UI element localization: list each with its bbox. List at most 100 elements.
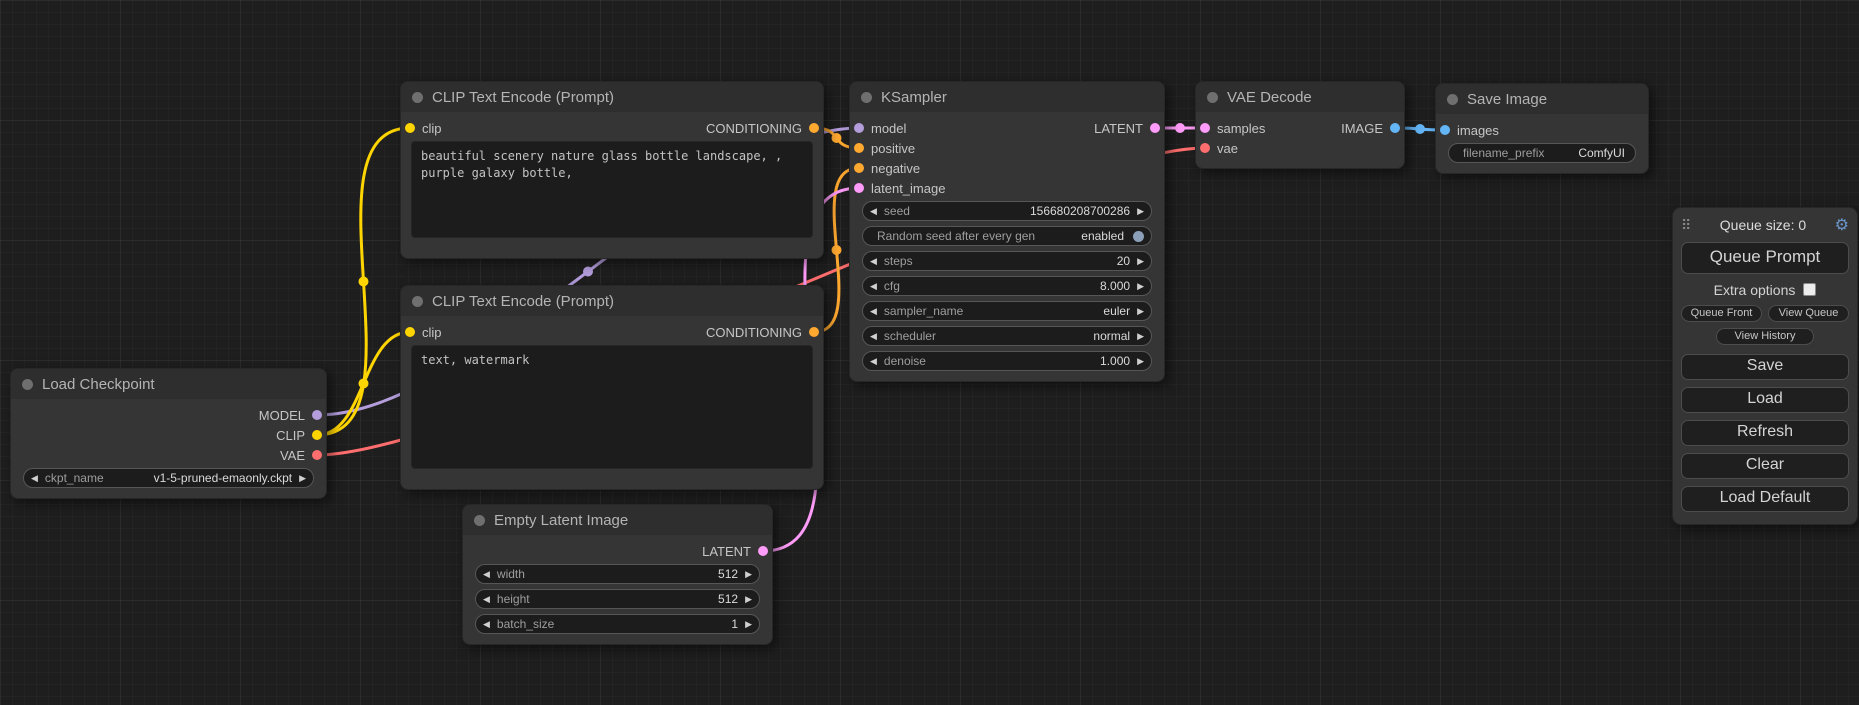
- widget-value: 156680208700286: [1030, 204, 1130, 218]
- vae-input-port[interactable]: [1200, 143, 1210, 153]
- increment-arrow-icon[interactable]: ▶: [1137, 207, 1144, 216]
- view-queue-button[interactable]: View Queue: [1768, 305, 1849, 322]
- queue-menu-panel[interactable]: ⠿ Queue size: 0 ⚙ Queue Prompt Extra opt…: [1672, 207, 1858, 525]
- positive-prompt-textarea[interactable]: beautiful scenery nature glass bottle la…: [411, 141, 813, 238]
- decrement-arrow-icon[interactable]: ◀: [870, 282, 877, 291]
- clip-output-port[interactable]: [312, 430, 322, 440]
- increment-arrow-icon[interactable]: ▶: [1137, 257, 1144, 266]
- clear-button[interactable]: Clear: [1681, 453, 1849, 479]
- decrement-arrow-icon[interactable]: ◀: [31, 474, 38, 483]
- input-slot-images: images: [1440, 123, 1499, 138]
- decrement-arrow-icon[interactable]: ◀: [870, 357, 877, 366]
- output-slot-latent: LATENT: [702, 544, 768, 559]
- positive-input-port[interactable]: [854, 143, 864, 153]
- model-input-port[interactable]: [854, 123, 864, 133]
- increment-arrow-icon[interactable]: ▶: [1137, 282, 1144, 291]
- increment-arrow-icon[interactable]: ▶: [1137, 357, 1144, 366]
- widget-label: batch_size: [497, 617, 554, 631]
- steps-widget[interactable]: ◀ steps 20 ▶: [862, 251, 1152, 271]
- refresh-button[interactable]: Refresh: [1681, 420, 1849, 446]
- widget-label: filename_prefix: [1463, 146, 1544, 160]
- increment-arrow-icon[interactable]: ▶: [299, 474, 306, 483]
- increment-arrow-icon[interactable]: ▶: [1137, 307, 1144, 316]
- conditioning-output-port[interactable]: [809, 123, 819, 133]
- samples-input-port[interactable]: [1200, 123, 1210, 133]
- images-input-port[interactable]: [1440, 125, 1450, 135]
- latent-image-input-port[interactable]: [854, 183, 864, 193]
- link-midpoint-dot: [832, 245, 842, 255]
- decrement-arrow-icon[interactable]: ◀: [870, 207, 877, 216]
- extra-options-checkbox[interactable]: [1803, 283, 1816, 296]
- batch-size-widget[interactable]: ◀ batch_size 1 ▶: [475, 614, 760, 634]
- node-clip-text-encode-negative[interactable]: CLIP Text Encode (Prompt) clip CONDITION…: [400, 285, 824, 490]
- node-empty-latent-image[interactable]: Empty Latent Image LATENT ◀ width 512 ▶ …: [462, 504, 773, 645]
- slot-label: samples: [1217, 121, 1265, 136]
- collapse-dot-icon[interactable]: [1207, 92, 1218, 103]
- node-title: KSampler: [881, 89, 947, 106]
- output-slot-latent: LATENT: [1094, 121, 1160, 136]
- input-slot-latent-image: latent_image: [854, 181, 945, 196]
- widget-value: 512: [718, 592, 738, 606]
- negative-input-port[interactable]: [854, 163, 864, 173]
- negative-prompt-textarea[interactable]: text, watermark: [411, 345, 813, 469]
- widget-value: 20: [1117, 254, 1130, 268]
- node-load-checkpoint[interactable]: Load Checkpoint MODEL CLIP VAE: [10, 368, 327, 499]
- sampler-name-widget[interactable]: ◀ sampler_name euler ▶: [862, 301, 1152, 321]
- clip-input-port[interactable]: [405, 327, 415, 337]
- scheduler-widget[interactable]: ◀ scheduler normal ▶: [862, 326, 1152, 346]
- collapse-dot-icon[interactable]: [412, 296, 423, 307]
- widget-value: 8.000: [1100, 279, 1130, 293]
- decrement-arrow-icon[interactable]: ◀: [870, 332, 877, 341]
- image-output-port[interactable]: [1390, 123, 1400, 133]
- height-widget[interactable]: ◀ height 512 ▶: [475, 589, 760, 609]
- collapse-dot-icon[interactable]: [474, 515, 485, 526]
- node-title: CLIP Text Encode (Prompt): [432, 293, 614, 310]
- widget-label: Random seed after every gen: [877, 229, 1035, 243]
- width-widget[interactable]: ◀ width 512 ▶: [475, 564, 760, 584]
- collapse-dot-icon[interactable]: [412, 92, 423, 103]
- load-default-button[interactable]: Load Default: [1681, 486, 1849, 512]
- decrement-arrow-icon[interactable]: ◀: [483, 570, 490, 579]
- random-seed-toggle-widget[interactable]: Random seed after every gen enabled: [862, 226, 1152, 246]
- increment-arrow-icon[interactable]: ▶: [745, 570, 752, 579]
- collapse-dot-icon[interactable]: [22, 379, 33, 390]
- increment-arrow-icon[interactable]: ▶: [745, 620, 752, 629]
- ckpt-name-widget[interactable]: ◀ ckpt_name v1-5-pruned-emaonly.ckpt ▶: [23, 468, 314, 488]
- decrement-arrow-icon[interactable]: ◀: [870, 307, 877, 316]
- node-vae-decode[interactable]: VAE Decode samples IMAGE vae: [1195, 81, 1405, 169]
- widget-value: 1.000: [1100, 354, 1130, 368]
- clip-input-port[interactable]: [405, 123, 415, 133]
- node-title-bar: CLIP Text Encode (Prompt): [401, 82, 823, 112]
- denoise-widget[interactable]: ◀ denoise 1.000 ▶: [862, 351, 1152, 371]
- vae-output-port[interactable]: [312, 450, 322, 460]
- node-title: Empty Latent Image: [494, 512, 628, 529]
- toggle-indicator-icon[interactable]: [1133, 231, 1144, 242]
- model-output-port[interactable]: [312, 410, 322, 420]
- settings-gear-icon[interactable]: ⚙: [1835, 215, 1849, 235]
- link-midpoint-dot: [359, 277, 369, 287]
- collapse-dot-icon[interactable]: [1447, 94, 1458, 105]
- queue-front-button[interactable]: Queue Front: [1681, 305, 1762, 322]
- conditioning-output-port[interactable]: [809, 327, 819, 337]
- queue-prompt-button[interactable]: Queue Prompt: [1681, 242, 1849, 274]
- latent-output-port[interactable]: [758, 546, 768, 556]
- increment-arrow-icon[interactable]: ▶: [745, 595, 752, 604]
- collapse-dot-icon[interactable]: [861, 92, 872, 103]
- seed-widget[interactable]: ◀ seed 156680208700286 ▶: [862, 201, 1152, 221]
- increment-arrow-icon[interactable]: ▶: [1137, 332, 1144, 341]
- link-midpoint-dot: [359, 379, 369, 389]
- save-button[interactable]: Save: [1681, 354, 1849, 380]
- latent-output-port[interactable]: [1150, 123, 1160, 133]
- view-history-button[interactable]: View History: [1716, 328, 1813, 345]
- node-ksampler[interactable]: KSampler model LATENT positive: [849, 81, 1165, 382]
- node-clip-text-encode-positive[interactable]: CLIP Text Encode (Prompt) clip CONDITION…: [400, 81, 824, 259]
- filename-prefix-widget[interactable]: filename_prefix ComfyUI: [1448, 143, 1636, 163]
- load-button[interactable]: Load: [1681, 387, 1849, 413]
- decrement-arrow-icon[interactable]: ◀: [483, 595, 490, 604]
- node-graph-canvas[interactable]: Load Checkpoint MODEL CLIP VAE: [0, 0, 1859, 705]
- cfg-widget[interactable]: ◀ cfg 8.000 ▶: [862, 276, 1152, 296]
- decrement-arrow-icon[interactable]: ◀: [483, 620, 490, 629]
- drag-handle-icon[interactable]: ⠿: [1681, 217, 1691, 234]
- decrement-arrow-icon[interactable]: ◀: [870, 257, 877, 266]
- node-save-image[interactable]: Save Image images filename_prefix ComfyU…: [1435, 83, 1649, 174]
